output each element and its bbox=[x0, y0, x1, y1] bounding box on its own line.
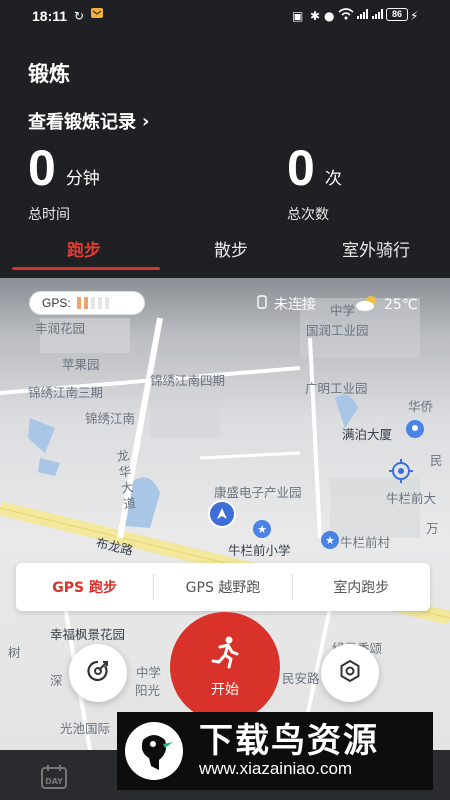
charging-icon: ⚡ bbox=[410, 9, 419, 23]
bluetooth-icon: ✱ bbox=[310, 9, 321, 23]
map-label: 锦绣江南三期 bbox=[28, 385, 104, 400]
locate-me-icon[interactable] bbox=[388, 458, 414, 488]
start-button-label: 开始 bbox=[211, 682, 239, 698]
map-label: 万 bbox=[426, 521, 439, 536]
map-label: 华侨 bbox=[408, 399, 434, 414]
watch-icon bbox=[256, 294, 268, 314]
school-pin-icon: ★ bbox=[320, 530, 340, 554]
map-label: 锦绣江南四期 bbox=[150, 373, 226, 388]
watermark-banner: 下载鸟资源 www.xiazainiao.com bbox=[117, 712, 433, 790]
temperature: 25℃ bbox=[384, 297, 418, 313]
total-count-unit: 次 bbox=[324, 169, 342, 189]
location-icon: ● bbox=[324, 9, 335, 23]
mode-gps-running[interactable]: GPS 跑步 bbox=[16, 577, 153, 597]
signal-icon-1 bbox=[356, 8, 370, 23]
watch-status-label: 未连接 bbox=[274, 297, 316, 313]
map-label: 民安路 bbox=[282, 671, 320, 686]
total-time-label: 总时间 bbox=[28, 207, 70, 223]
total-count-label: 总次数 bbox=[287, 207, 329, 223]
target-icon bbox=[85, 658, 111, 688]
status-time: 18:11 bbox=[32, 8, 68, 24]
chevron-right-icon: › bbox=[142, 110, 150, 132]
map-label: 光池国际 bbox=[60, 721, 111, 736]
total-count-value: 0 bbox=[287, 140, 315, 196]
svg-text:★: ★ bbox=[325, 534, 335, 547]
watermark-url: www.xiazainiao.com bbox=[199, 759, 353, 778]
tab-running[interactable]: 跑步 bbox=[67, 236, 101, 261]
records-link-label: 查看锻炼记录 bbox=[28, 112, 136, 133]
run-mode-selector: GPS 跑步 GPS 越野跑 室内跑步 bbox=[16, 563, 430, 611]
current-location-icon bbox=[208, 500, 236, 532]
weather-indicator: 25℃ bbox=[354, 294, 418, 316]
sync-icon: ↻ bbox=[74, 9, 85, 23]
gps-bar bbox=[97, 297, 102, 309]
message-icon bbox=[90, 7, 104, 22]
wifi-icon bbox=[338, 8, 354, 23]
map-label: 丰润花园 bbox=[35, 321, 86, 336]
map-label: 牛栏前村 bbox=[340, 535, 391, 550]
target-settings-button[interactable] bbox=[69, 644, 127, 702]
map-label: 锦绣江南 bbox=[85, 411, 136, 426]
map-label: 康盛电子产业园 bbox=[214, 485, 302, 500]
total-time-unit: 分钟 bbox=[65, 169, 100, 189]
gps-strength-bars bbox=[76, 297, 109, 309]
page-title: 锻炼 bbox=[28, 62, 70, 86]
map-label: 幸福枫景花园 bbox=[50, 627, 126, 642]
map-label: 中学 bbox=[330, 303, 356, 318]
map-label: 阳光 bbox=[135, 683, 161, 698]
tab-outdoor-cycling[interactable]: 室外骑行 bbox=[342, 236, 410, 261]
total-count-stat: 0 次 bbox=[287, 143, 342, 193]
total-time-value: 0 bbox=[28, 140, 56, 196]
map-label: 国润工业园 bbox=[306, 323, 369, 338]
map-label: 满泊大厦 bbox=[342, 427, 393, 442]
gps-label: GPS: bbox=[42, 296, 71, 310]
running-person-icon bbox=[208, 635, 242, 673]
gps-bar bbox=[90, 297, 95, 309]
tab-walking[interactable]: 散步 bbox=[214, 236, 248, 261]
watch-connection-status[interactable]: 未连接 bbox=[256, 294, 316, 314]
calendar-day-icon[interactable]: DAY bbox=[40, 764, 68, 794]
bird-logo-icon bbox=[123, 720, 185, 782]
active-tab-indicator bbox=[12, 267, 160, 270]
watermark-title: 下载鸟资源 bbox=[199, 721, 379, 761]
gps-signal-indicator: GPS: bbox=[29, 291, 145, 315]
gps-bar bbox=[83, 297, 88, 309]
nfc-icon: ▣ bbox=[292, 9, 304, 23]
school-pin-icon: ★ bbox=[252, 519, 272, 543]
poi-pin-icon bbox=[405, 419, 425, 443]
map-label: 苹果园 bbox=[62, 357, 100, 372]
gps-bar bbox=[104, 297, 109, 309]
svg-text:★: ★ bbox=[257, 523, 267, 536]
gear-icon bbox=[338, 659, 362, 687]
mode-gps-trail-running[interactable]: GPS 越野跑 bbox=[154, 577, 291, 597]
map-label: 中学 bbox=[136, 665, 162, 680]
signal-icon-2 bbox=[371, 8, 385, 23]
status-bar: 18:11 ↻ ▣ ✱ ● 86 ⚡ bbox=[0, 0, 450, 30]
map-label: 树 bbox=[8, 645, 21, 660]
calendar-day-label: DAY bbox=[45, 777, 63, 786]
map-label: 深 bbox=[50, 673, 63, 688]
gps-bar bbox=[76, 297, 81, 309]
map-label: 广明工业园 bbox=[305, 381, 368, 396]
partly-cloudy-icon bbox=[354, 294, 380, 316]
view-records-link[interactable]: 查看锻炼记录 › bbox=[28, 108, 149, 134]
total-time-stat: 0 分钟 bbox=[28, 143, 100, 193]
map-label: 牛栏前大 bbox=[386, 491, 437, 506]
map-label: 民 bbox=[430, 453, 443, 468]
start-button[interactable]: 开始 bbox=[170, 612, 280, 722]
mode-indoor-running[interactable]: 室内跑步 bbox=[293, 577, 430, 597]
battery-indicator: 86 bbox=[386, 8, 408, 21]
settings-button[interactable] bbox=[321, 644, 379, 702]
